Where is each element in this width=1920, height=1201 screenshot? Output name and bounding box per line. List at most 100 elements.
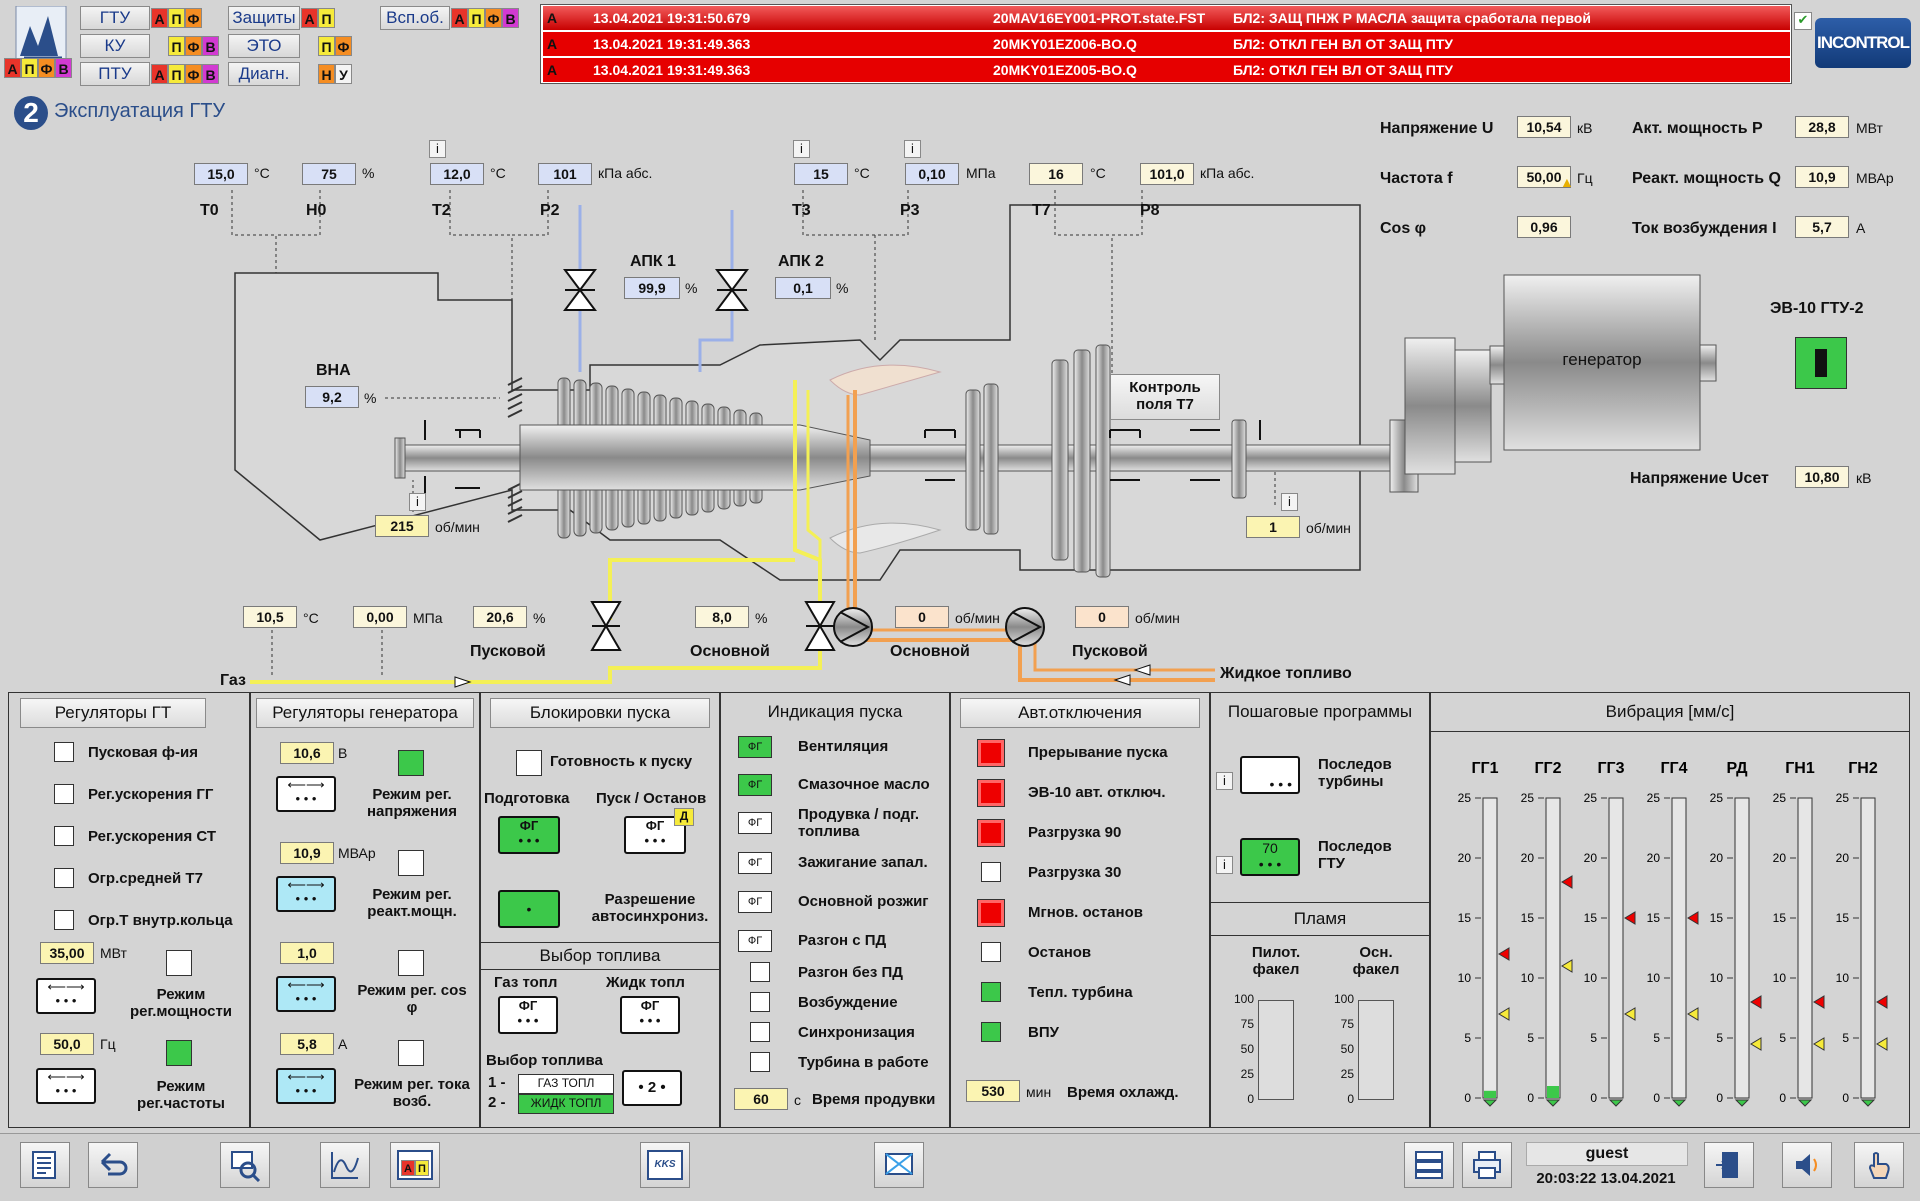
rpm-gg-info-button[interactable]: i (409, 493, 426, 511)
st-accel-checkbox[interactable] (54, 826, 74, 846)
rpm-st-info-button[interactable]: i (1281, 493, 1298, 511)
kks-icon[interactable]: KKS (640, 1142, 690, 1188)
rpm-st-value[interactable]: 1 (1246, 516, 1300, 538)
voltage-label: Напряжение U (1380, 120, 1494, 137)
p2-value[interactable]: 101 (538, 163, 592, 185)
autosync-button[interactable]: • (498, 890, 560, 928)
vibration-scale-label: 10 (1836, 971, 1850, 985)
control-t7-button[interactable]: Контроль поля Т7 (1110, 374, 1220, 420)
cos-setpoint-value[interactable]: 1,0 (280, 942, 334, 964)
gas-fuel-fg-button[interactable]: ФГ • • • (498, 996, 558, 1034)
power-setpoint-value[interactable]: 35,00 (40, 942, 94, 964)
vibration-zero-marker (1734, 1099, 1750, 1107)
freq-mode-indicator[interactable] (166, 1040, 192, 1066)
start-function-checkbox[interactable] (54, 742, 74, 762)
freq-adjust-button[interactable]: ⟵⟶ • • • (36, 1068, 96, 1104)
rpm-gg-value[interactable]: 215 (375, 515, 429, 537)
cos-mode-indicator[interactable] (398, 950, 424, 976)
power-mode-indicator[interactable] (166, 950, 192, 976)
t-inner-ring-checkbox[interactable] (54, 910, 74, 930)
grid-voltage-value[interactable]: 10,80 (1795, 466, 1849, 488)
logout-door-icon[interactable] (1704, 1142, 1754, 1188)
main-valve-value[interactable]: 8,0 (695, 606, 749, 628)
gt-regulators-button[interactable]: Регуляторы ГТ (20, 698, 206, 728)
search-diagnostic-icon[interactable] (220, 1142, 270, 1188)
start-interlocks-button[interactable]: Блокировки пуска (490, 698, 710, 728)
back-arrow-icon[interactable] (88, 1142, 138, 1188)
current-mode-label: Режим рег. тока возб. (354, 1076, 470, 1110)
ignition-label: Зажигание запал. (798, 854, 928, 871)
gen-regulators-button[interactable]: Регуляторы генератора (256, 698, 474, 728)
p8-value[interactable]: 101,0 (1140, 163, 1194, 185)
purge-time-value[interactable]: 60 (734, 1088, 788, 1110)
p3-value[interactable]: 0,10 (905, 163, 959, 185)
voltage-value[interactable]: 10,54 (1517, 116, 1571, 138)
pusk-pump-value[interactable]: 0 (1075, 606, 1129, 628)
ready-to-start-indicator[interactable] (516, 750, 542, 776)
p3-info-button[interactable]: i (904, 140, 921, 158)
gas-temp-value[interactable]: 10,5 (243, 606, 297, 628)
voltage-setpoint-value[interactable]: 10,6 (280, 742, 334, 764)
reactive-power-value[interactable]: 10,9 (1795, 166, 1849, 188)
flame-title: Пламя (1210, 902, 1430, 936)
fuel-select-button[interactable]: • 2 • (622, 1070, 682, 1106)
t2-value[interactable]: 12,0 (430, 163, 484, 185)
fuel-option-gas[interactable]: ГАЗ ТОПЛ (518, 1074, 614, 1094)
voltage-mode-indicator[interactable] (398, 750, 424, 776)
freq-setpoint-value[interactable]: 50,0 (40, 1033, 94, 1055)
t3-info-button[interactable]: i (793, 140, 810, 158)
reactive-mode-indicator[interactable] (398, 850, 424, 876)
server-icon[interactable] (1404, 1142, 1454, 1188)
report-list-icon[interactable] (20, 1142, 70, 1188)
gas-pressure-value[interactable]: 0,00 (353, 606, 407, 628)
sound-icon[interactable] (1782, 1142, 1832, 1188)
reactive-setpoint-value[interactable]: 10,9 (280, 842, 334, 864)
current-setpoint-value[interactable]: 5,8 (280, 1033, 334, 1055)
vibration-bar-track (1797, 797, 1813, 1099)
power-adjust-button[interactable]: ⟵⟶ • • • (36, 978, 96, 1014)
accel-pd-indicator: ФГ (738, 930, 772, 952)
main-ignition-label: Основной розжиг (798, 893, 929, 910)
cos-value[interactable]: 0,96 (1517, 216, 1571, 238)
vibration-scale-label: 5 (1527, 1031, 1534, 1045)
ev10-breaker-status[interactable] (1795, 337, 1847, 389)
cos-adjust-button[interactable]: ⟵⟶ • • • (276, 976, 336, 1012)
main-pump-value[interactable]: 0 (895, 606, 949, 628)
prep-fg-button[interactable]: ФГ • • • (498, 816, 560, 854)
gg-accel-checkbox[interactable] (54, 784, 74, 804)
alarm-window-icon[interactable]: АП (390, 1142, 440, 1188)
h0-value[interactable]: 75 (302, 163, 356, 185)
gtu-seq-info-button[interactable]: i (1216, 856, 1233, 874)
t3-value[interactable]: 15 (794, 163, 848, 185)
vibration-scale-label: 25 (1710, 791, 1724, 805)
active-power-label: Акт. мощность P (1632, 120, 1763, 137)
current-mode-indicator[interactable] (398, 1040, 424, 1066)
t7-value[interactable]: 16 (1029, 163, 1083, 185)
trend-chart-icon[interactable] (320, 1142, 370, 1188)
apk1-value[interactable]: 99,9 (624, 277, 680, 299)
vibration-scale-label: 10 (1773, 971, 1787, 985)
fuel-option-liquid[interactable]: ЖИДК ТОПЛ (518, 1094, 614, 1114)
vna-value[interactable]: 9,2 (305, 386, 359, 408)
gtu-seq-button[interactable]: 70 • • • (1240, 838, 1300, 876)
current-adjust-button[interactable]: ⟵⟶ • • • (276, 1068, 336, 1104)
liquid-fuel-fg-button[interactable]: ФГ • • • (620, 996, 680, 1034)
turbine-seq-button[interactable]: • • • (1240, 756, 1300, 794)
instant-stop-indicator (977, 899, 1005, 927)
turbine-seq-info-button[interactable]: i (1216, 772, 1233, 790)
apk2-value[interactable]: 0,1 (775, 277, 831, 299)
voltage-adjust-button[interactable]: ⟵⟶ • • • (276, 776, 336, 812)
network-disconnected-icon[interactable] (874, 1142, 924, 1188)
pusk-valve-value[interactable]: 20,6 (473, 606, 527, 628)
t2-info-button[interactable]: i (429, 140, 446, 158)
t0-value[interactable]: 15,0 (194, 163, 248, 185)
reactive-adjust-button[interactable]: ⟵⟶ • • • (276, 876, 336, 912)
unload-30-label: Разгрузка 30 (1028, 864, 1122, 881)
auto-trips-button[interactable]: Авт.отключения (960, 698, 1200, 728)
hand-touch-icon[interactable] (1854, 1142, 1904, 1188)
t7-avg-limit-checkbox[interactable] (54, 868, 74, 888)
excitation-current-value[interactable]: 5,7 (1795, 216, 1849, 238)
cooldown-time-value[interactable]: 530 (966, 1080, 1020, 1102)
printer-icon[interactable] (1462, 1142, 1512, 1188)
active-power-value[interactable]: 28,8 (1795, 116, 1849, 138)
